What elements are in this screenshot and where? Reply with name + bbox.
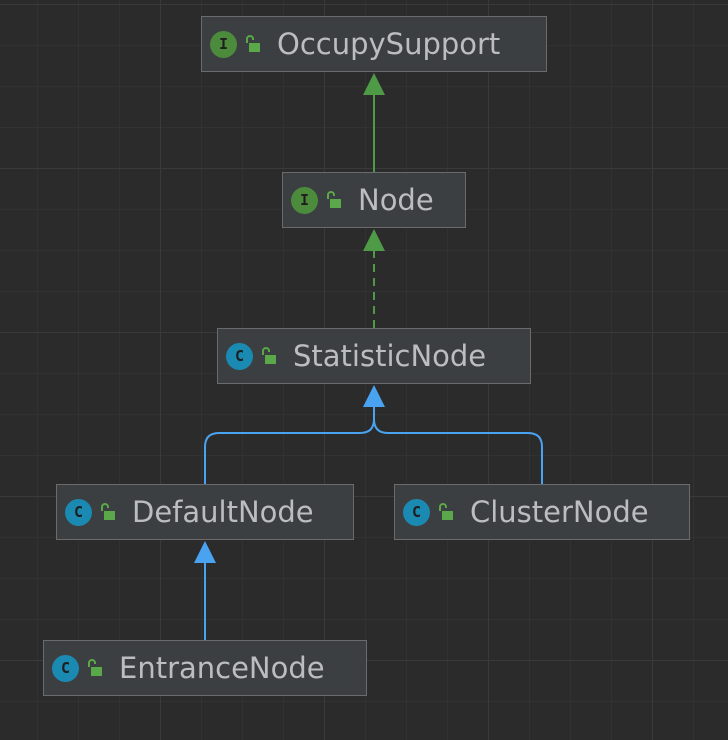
interface-icon: I (210, 30, 237, 58)
class-icon: C (65, 498, 92, 526)
public-visibility-icon (88, 659, 102, 676)
class-icon: C (52, 654, 79, 682)
public-visibility-icon (262, 347, 276, 364)
edge-defaultnode-to-statisticnode (204, 407, 375, 484)
arrowhead-statisticnode (363, 385, 385, 407)
node-clusternode[interactable]: C ClusterNode (394, 484, 690, 540)
public-visibility-icon (101, 503, 115, 520)
arrowhead-defaultnode (194, 541, 216, 563)
node-label: EntranceNode (119, 650, 325, 685)
node-entrancenode[interactable]: C EntranceNode (43, 640, 367, 696)
node-label: ClusterNode (470, 494, 649, 529)
node-statisticnode[interactable]: C StatisticNode (217, 328, 531, 384)
class-icon: C (403, 498, 430, 526)
node-label: Node (358, 182, 434, 217)
node-occupysupport[interactable]: I OccupySupport (201, 16, 547, 72)
edge-clusternode-to-statisticnode (373, 418, 543, 484)
public-visibility-icon (246, 35, 260, 52)
interface-icon: I (291, 186, 318, 214)
uml-diagram-canvas[interactable]: I OccupySupport I Node C StatisticNode C… (0, 0, 728, 740)
node-defaultnode[interactable]: C DefaultNode (56, 484, 354, 540)
node-node[interactable]: I Node (282, 172, 466, 228)
node-label: StatisticNode (293, 338, 487, 373)
public-visibility-icon (439, 503, 453, 520)
arrowhead-node (363, 229, 385, 251)
arrowhead-occupysupport (363, 73, 385, 95)
public-visibility-icon (327, 191, 341, 208)
class-icon: C (226, 342, 253, 370)
node-label: DefaultNode (132, 494, 314, 529)
node-label: OccupySupport (277, 26, 501, 61)
